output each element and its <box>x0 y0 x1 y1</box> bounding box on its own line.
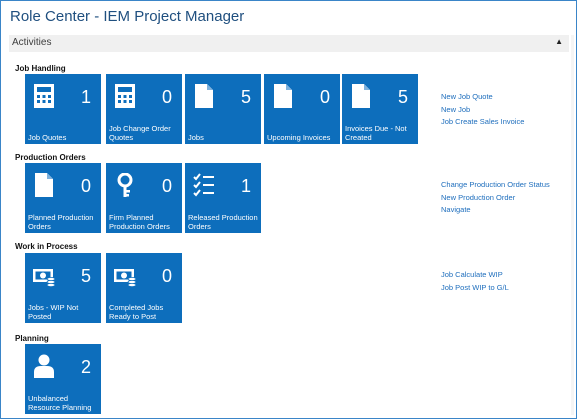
tile-label: Jobs <box>188 133 204 142</box>
tile-count: 0 <box>161 87 172 107</box>
tile-count: 0 <box>319 87 330 107</box>
person-icon <box>34 354 54 378</box>
tile-label: Upcoming Invoices <box>267 133 331 142</box>
activities-header[interactable]: Activities ▲ <box>9 35 569 52</box>
document-icon <box>352 84 370 108</box>
activities-label: Activities <box>12 37 52 48</box>
tile-label: Unbalanced Resource Planning <box>28 394 92 412</box>
tile-completed-jobs-ready-to-post[interactable]: 0 Completed Jobs Ready to Post <box>106 253 182 323</box>
role-center-page: Role Center - IEM Project Manager Activi… <box>0 0 577 419</box>
tile-count: 1 <box>80 87 91 107</box>
page-title: Role Center - IEM Project Manager <box>10 8 245 25</box>
link-navigate[interactable]: Navigate <box>441 204 550 217</box>
money-icon <box>33 269 55 287</box>
tile-invoices-due[interactable]: 5 Invoices Due - Not Created <box>342 74 418 144</box>
tile-count: 0 <box>161 266 172 286</box>
tile-count: 0 <box>80 176 91 196</box>
section-planning: Planning <box>15 334 49 343</box>
calculator-icon <box>115 84 135 108</box>
tile-count: 5 <box>80 266 91 286</box>
tile-count: 5 <box>240 87 251 107</box>
section-job-handling: Job Handling <box>15 64 66 73</box>
tile-jobs-wip-not-posted[interactable]: 5 Jobs - WIP Not Posted <box>25 253 101 323</box>
tile-upcoming-invoices[interactable]: 0 Upcoming Invoices <box>264 74 340 144</box>
tile-count: 2 <box>80 357 91 377</box>
section-production-orders: Production Orders <box>15 153 86 162</box>
checklist-icon <box>193 173 214 197</box>
document-icon <box>195 84 213 108</box>
tile-label: Completed Jobs Ready to Post <box>109 303 164 321</box>
link-job-calculate-wip[interactable]: Job Calculate WIP <box>441 269 509 282</box>
tile-label: Job Change Order Quotes <box>109 124 171 142</box>
collapse-chevron-icon[interactable]: ▲ <box>555 37 563 46</box>
tile-jobs[interactable]: 5 Jobs <box>185 74 261 144</box>
money-icon <box>114 269 136 287</box>
link-job-post-wip-to-gl[interactable]: Job Post WIP to G/L <box>441 282 509 295</box>
link-new-production-order[interactable]: New Production Order <box>441 192 550 205</box>
tile-label: Planned Production Orders <box>28 213 94 231</box>
tile-label: Job Quotes <box>28 133 67 142</box>
vertical-scrollbar[interactable] <box>571 35 574 415</box>
tile-count: 1 <box>240 176 251 196</box>
tile-planned-production-orders[interactable]: 0 Planned Production Orders <box>25 163 101 233</box>
job-handling-links: New Job Quote New Job Job Create Sales I… <box>441 91 524 129</box>
tile-label: Invoices Due - Not Created <box>345 124 407 142</box>
link-job-create-sales-invoice[interactable]: Job Create Sales Invoice <box>441 116 524 129</box>
work-in-process-links: Job Calculate WIP Job Post WIP to G/L <box>441 269 509 294</box>
link-new-job[interactable]: New Job <box>441 104 524 117</box>
tile-released-production-orders[interactable]: 1 Released Production Orders <box>185 163 261 233</box>
production-orders-links: Change Production Order Status New Produ… <box>441 179 550 217</box>
tile-firm-planned-production-orders[interactable]: 0 Firm Planned Production Orders <box>106 163 182 233</box>
section-work-in-process: Work in Process <box>15 242 78 251</box>
document-icon <box>35 173 53 197</box>
tile-label: Jobs - WIP Not Posted <box>28 303 79 321</box>
link-change-production-order-status[interactable]: Change Production Order Status <box>441 179 550 192</box>
calculator-icon <box>34 84 54 108</box>
tile-count: 0 <box>161 176 172 196</box>
tile-job-quotes[interactable]: 1 Job Quotes <box>25 74 101 144</box>
tile-job-change-order-quotes[interactable]: 0 Job Change Order Quotes <box>106 74 182 144</box>
tile-count: 5 <box>397 87 408 107</box>
link-new-job-quote[interactable]: New Job Quote <box>441 91 524 104</box>
tile-unbalanced-resource-planning[interactable]: 2 Unbalanced Resource Planning <box>25 344 101 414</box>
key-icon <box>117 173 133 197</box>
document-icon <box>274 84 292 108</box>
tile-label: Firm Planned Production Orders <box>109 213 170 231</box>
tile-label: Released Production Orders <box>188 213 258 231</box>
